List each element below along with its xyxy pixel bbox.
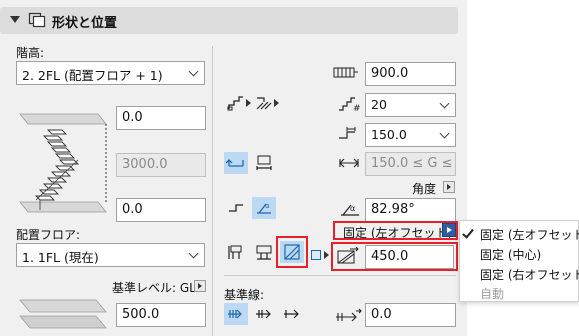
bottom-offset-field[interactable]: 0.0 [116, 198, 206, 222]
chevron-down-icon [439, 98, 450, 109]
stair-height-field: 3000.0 [116, 153, 206, 177]
going-select-value: 150.0 [371, 127, 407, 142]
angle-icon: α [339, 201, 361, 220]
riser-count-select[interactable]: 20 [365, 93, 456, 117]
svg-text:α: α [265, 202, 270, 210]
menu-item-label: 固定 (右オフセット) [480, 268, 579, 282]
going-range-field: 150.0 ≤ G ≤ 1 [365, 152, 456, 176]
menu-item-right-offset[interactable]: 固定 (右オフセット) [460, 263, 579, 283]
stair-illustration [12, 110, 112, 225]
stair-width-icon [333, 66, 359, 83]
angle-lock-button[interactable]: α [252, 197, 276, 219]
walkline-offset-button[interactable] [280, 241, 304, 263]
shape-position-icon [28, 12, 46, 31]
going-icon [337, 126, 361, 145]
chevron-down-icon [188, 248, 199, 259]
top-offset-field[interactable]: 0.0 [116, 106, 206, 130]
home-floor-label: 配置フロア: [16, 228, 81, 242]
home-floor-select-value: 1. 1FL (現在) [22, 250, 99, 265]
highlight-box-anchor [333, 221, 458, 240]
going-lock-button[interactable] [224, 152, 248, 174]
flight-start-button[interactable] [224, 197, 248, 219]
svg-text:α: α [350, 204, 355, 213]
dropdown-arrow-icon [246, 99, 251, 107]
menu-item-label: 固定 (中心) [480, 248, 542, 262]
angle-arrow-button[interactable] [443, 181, 455, 193]
menu-item-auto: 自動 [460, 283, 578, 301]
walkline-offset-icon [336, 246, 360, 268]
anchor-popup-menu: 固定 (左オフセット) 固定 (中心) 固定 (右オフセット) 自動 [459, 220, 579, 302]
dropdown-arrow-icon [274, 99, 279, 107]
settings-panel: 形状と位置 階高: 2. 2FL (配置フロア + 1) 0.0 3000.0 … [0, 0, 467, 336]
stair-mode-button-a[interactable] [224, 92, 248, 114]
baseline-offset-field[interactable]: 0.0 [365, 303, 456, 327]
going-calc-button[interactable] [252, 152, 276, 174]
chevron-down-icon [188, 66, 199, 77]
menu-item-label: 固定 (左オフセット) [480, 228, 579, 242]
reference-plane-illustration [10, 296, 110, 335]
baseline-divider [224, 275, 456, 276]
baseline-label: 基準線: [224, 288, 265, 302]
anchor-menu-button[interactable] [442, 223, 456, 237]
menu-item-center[interactable]: 固定 (中心) [460, 243, 578, 263]
stair-width-field[interactable]: 900.0 [365, 62, 456, 86]
chevron-down-icon [439, 128, 450, 139]
collapse-triangle-icon[interactable] [10, 16, 20, 23]
going-range-icon [337, 155, 361, 174]
reference-level-label: 基準レベル: GL [112, 281, 196, 295]
angle-label: 角度 [412, 182, 437, 196]
baseline-offset-icon [334, 307, 362, 326]
small-list-icon[interactable] [311, 250, 321, 260]
align-center-button[interactable] [252, 241, 276, 263]
angle-field[interactable]: 82.98° [365, 198, 456, 222]
reference-level-field[interactable]: 500.0 [116, 303, 206, 327]
svg-text:#: # [353, 104, 361, 112]
checkmark-icon [462, 226, 474, 239]
floor-height-label: 階高: [16, 46, 45, 60]
column-divider [212, 46, 213, 336]
stair-mode-button-b[interactable] [252, 92, 276, 114]
section-title: 形状と位置 [52, 16, 118, 31]
walkline-offset-field[interactable]: 450.0 [365, 245, 454, 269]
reference-level-arrow-button[interactable] [194, 280, 206, 292]
home-floor-select[interactable]: 1. 1FL (現在) [16, 243, 205, 267]
top-floor-select-value: 2. 2FL (配置フロア + 1) [22, 68, 163, 83]
going-select[interactable]: 150.0 [365, 123, 456, 147]
baseline-left-button[interactable] [224, 303, 248, 325]
section-header[interactable]: 形状と位置 [0, 7, 458, 34]
align-left-button[interactable] [224, 241, 248, 263]
menu-item-left-offset[interactable]: 固定 (左オフセット) [460, 223, 579, 243]
menu-item-label: 自動 [480, 287, 505, 301]
top-floor-select[interactable]: 2. 2FL (配置フロア + 1) [16, 61, 205, 85]
riser-count-value: 20 [371, 97, 387, 112]
baseline-center-button[interactable] [252, 303, 276, 325]
baseline-right-button[interactable] [280, 303, 304, 325]
dropdown-arrow-icon [324, 251, 329, 259]
riser-count-icon: # [337, 96, 361, 115]
